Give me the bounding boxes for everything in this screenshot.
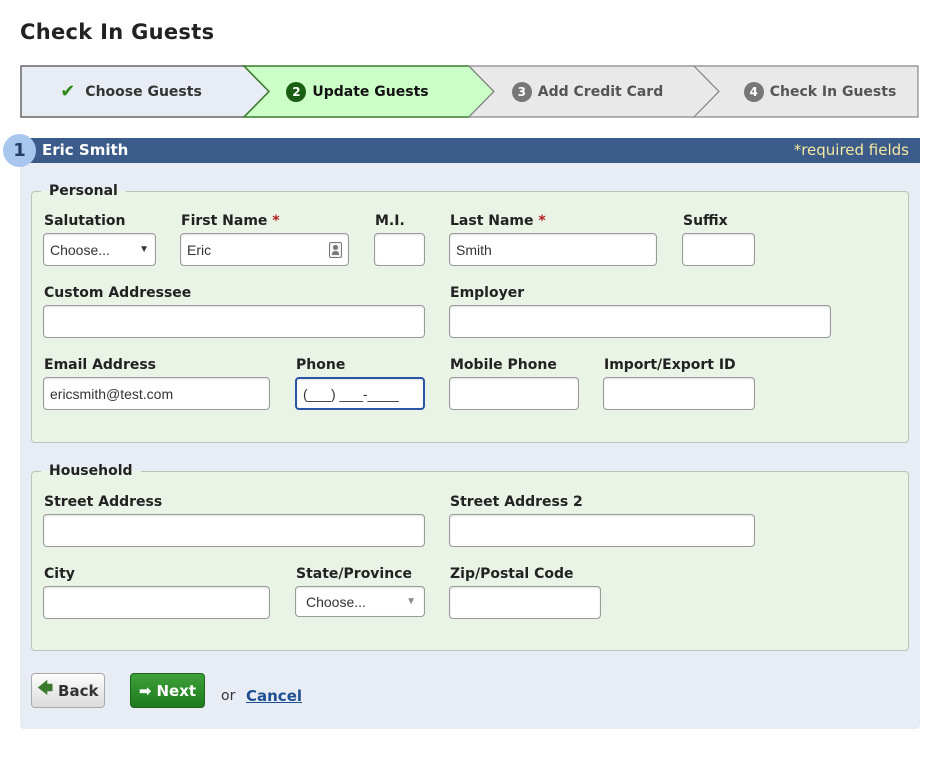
suffix-input[interactable] <box>682 233 755 266</box>
zip-input[interactable] <box>449 586 601 619</box>
first-name-input[interactable]: Eric <box>180 233 349 266</box>
phone-input[interactable]: (___) ___-____ <box>295 377 425 410</box>
step-number-badge: 2 <box>286 81 307 102</box>
wizard-step-add-credit-card: 3 Add Credit Card <box>475 65 700 118</box>
first-name-label: First Name * <box>181 213 280 229</box>
guest-header: Eric Smith *required fields <box>20 138 920 163</box>
household-section: Household <box>31 463 909 651</box>
or-text: or <box>221 688 236 704</box>
wizard-step-label: Choose Guests <box>85 83 202 100</box>
state-province-label: State/Province <box>296 566 412 582</box>
import-export-id-input[interactable] <box>603 377 755 410</box>
arrow-right-icon: ➡ <box>138 681 152 700</box>
street-address-label: Street Address <box>44 494 163 510</box>
mi-label: M.I. <box>375 213 405 229</box>
state-province-value: Choose... <box>306 593 366 610</box>
contact-card-icon[interactable] <box>329 242 342 258</box>
suffix-label: Suffix <box>683 213 728 229</box>
wizard-step-label: Check In Guests <box>769 83 897 100</box>
first-name-value: Eric <box>187 241 212 258</box>
import-export-id-label: Import/Export ID <box>604 357 736 373</box>
next-button-label: Next <box>156 681 197 700</box>
back-button[interactable]: 🡄 Back <box>31 673 105 708</box>
arrow-left-icon: 🡄 <box>37 679 54 697</box>
required-asterisk: * <box>272 213 280 229</box>
household-legend: Household <box>49 463 133 479</box>
employer-label: Employer <box>450 285 525 301</box>
phone-value: (___) ___-____ <box>303 385 399 402</box>
custom-addressee-input[interactable] <box>43 305 425 338</box>
state-province-select[interactable]: Choose... ▼ <box>295 586 425 617</box>
street-address-input[interactable] <box>43 514 425 547</box>
wizard-step-update-guests: 2 Update Guests <box>245 65 470 118</box>
mobile-phone-label: Mobile Phone <box>450 357 557 373</box>
phone-label: Phone <box>296 357 346 373</box>
next-button[interactable]: ➡ Next <box>130 673 205 708</box>
required-fields-note: *required fields <box>793 141 909 159</box>
email-label: Email Address <box>44 357 157 373</box>
caret-down-icon: ▼ <box>406 596 416 607</box>
cancel-link[interactable]: Cancel <box>246 687 302 705</box>
email-value: ericsmith@test.com <box>50 385 174 402</box>
salutation-value: Choose... <box>50 241 110 258</box>
wizard-step-check-in-guests: 4 Check In Guests <box>710 65 930 118</box>
wizard-steps: ✔ Choose Guests 2 Update Guests 3 Add Cr… <box>20 65 920 118</box>
salutation-select[interactable]: Choose... ▼ <box>43 233 156 266</box>
salutation-label: Salutation <box>44 213 126 229</box>
street-address-2-label: Street Address 2 <box>450 494 583 510</box>
guest-name: Eric Smith <box>42 141 129 159</box>
step-number-badge: 4 <box>743 81 764 102</box>
first-name-label-text: First Name <box>181 213 268 229</box>
mi-input[interactable] <box>374 233 425 266</box>
checkmark-icon: ✔ <box>60 81 76 102</box>
guest-number-badge: 1 <box>3 134 36 167</box>
wizard-step-choose-guests[interactable]: ✔ Choose Guests <box>20 65 242 118</box>
custom-addressee-label: Custom Addressee <box>44 285 192 301</box>
step-number-badge: 3 <box>511 81 532 102</box>
street-address-2-input[interactable] <box>449 514 755 547</box>
required-asterisk: * <box>538 213 546 229</box>
last-name-label-text: Last Name <box>450 213 534 229</box>
email-input[interactable]: ericsmith@test.com <box>43 377 270 410</box>
wizard-step-label: Add Credit Card <box>537 83 664 100</box>
employer-input[interactable] <box>449 305 831 338</box>
last-name-input[interactable]: Smith <box>449 233 657 266</box>
last-name-label: Last Name * <box>450 213 546 229</box>
caret-down-icon: ▼ <box>139 244 149 255</box>
mobile-phone-input[interactable] <box>449 377 579 410</box>
zip-label: Zip/Postal Code <box>450 566 574 582</box>
back-button-label: Back <box>58 681 99 700</box>
page-title: Check In Guests <box>20 20 215 44</box>
city-label: City <box>44 566 75 582</box>
wizard-step-label: Update Guests <box>312 83 429 100</box>
last-name-value: Smith <box>456 241 492 258</box>
personal-legend: Personal <box>49 183 118 199</box>
city-input[interactable] <box>43 586 270 619</box>
